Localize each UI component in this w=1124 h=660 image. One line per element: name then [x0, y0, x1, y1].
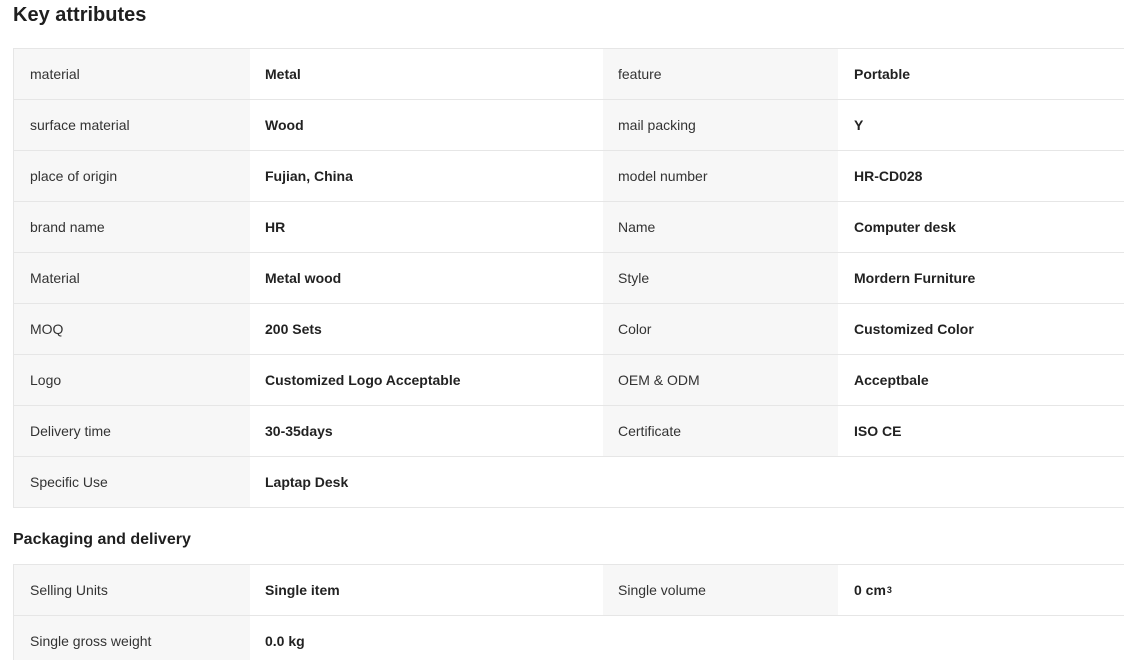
attribute-name: MOQ [14, 304, 250, 354]
attribute-name: material [14, 49, 250, 99]
packaging-delivery-title: Packaging and delivery [13, 531, 191, 548]
key-attributes-title: Key attributes [13, 4, 147, 26]
attribute-value: Metal [250, 49, 603, 99]
attribute-value: Mordern Furniture [838, 253, 1124, 303]
table-row: surface material Wood mail packing Y [14, 100, 1124, 151]
attribute-value: Customized Logo Acceptable [250, 355, 603, 405]
empty-cell [838, 457, 1124, 507]
attribute-name: OEM & ODM [603, 355, 838, 405]
table-row: Single gross weight 0.0 kg [14, 616, 1124, 660]
attribute-value: Portable [838, 49, 1124, 99]
attribute-value: Acceptbale [838, 355, 1124, 405]
volume-number: 0 cm [854, 582, 886, 598]
table-row: brand name HR Name Computer desk [14, 202, 1124, 253]
attribute-name: mail packing [603, 100, 838, 150]
attribute-name: brand name [14, 202, 250, 252]
attribute-name: Specific Use [14, 457, 250, 507]
attribute-value: Wood [250, 100, 603, 150]
table-row: Delivery time 30-35days Certificate ISO … [14, 406, 1124, 457]
attribute-value: Fujian, China [250, 151, 603, 201]
packaging-delivery-table: Selling Units Single item Single volume … [13, 564, 1124, 660]
empty-cell [603, 616, 838, 660]
attribute-name: Single volume [603, 565, 838, 615]
volume-unit-exponent: 3 [886, 585, 892, 595]
attribute-value: Computer desk [838, 202, 1124, 252]
attribute-name: Material [14, 253, 250, 303]
attribute-value: HR-CD028 [838, 151, 1124, 201]
attribute-value: Customized Color [838, 304, 1124, 354]
product-attributes-page: Key attributes material Metal feature Po… [0, 0, 1124, 660]
table-row: Selling Units Single item Single volume … [14, 565, 1124, 616]
attribute-name: Certificate [603, 406, 838, 456]
attribute-name: surface material [14, 100, 250, 150]
attribute-name: Logo [14, 355, 250, 405]
attribute-name: Color [603, 304, 838, 354]
attribute-name: feature [603, 49, 838, 99]
attribute-value: ISO CE [838, 406, 1124, 456]
attribute-value: 200 Sets [250, 304, 603, 354]
table-row: place of origin Fujian, China model numb… [14, 151, 1124, 202]
attribute-value: HR [250, 202, 603, 252]
attribute-name: Name [603, 202, 838, 252]
empty-cell [603, 457, 838, 507]
empty-cell [838, 616, 1124, 660]
attribute-name: model number [603, 151, 838, 201]
attribute-name: place of origin [14, 151, 250, 201]
table-row: Specific Use Laptap Desk [14, 457, 1124, 508]
table-row: MOQ 200 Sets Color Customized Color [14, 304, 1124, 355]
attribute-value: Y [838, 100, 1124, 150]
attribute-name: Style [603, 253, 838, 303]
attribute-value: Laptap Desk [250, 457, 603, 507]
attribute-value: 0.0 kg [250, 616, 603, 660]
table-row: material Metal feature Portable [14, 49, 1124, 100]
attribute-value: Metal wood [250, 253, 603, 303]
single-volume-value: 0 cm 3 [838, 565, 1124, 615]
key-attributes-table: material Metal feature Portable surface … [13, 48, 1124, 508]
attribute-name: Single gross weight [14, 616, 250, 660]
attribute-value: Single item [250, 565, 603, 615]
attribute-name: Delivery time [14, 406, 250, 456]
table-row: Material Metal wood Style Mordern Furnit… [14, 253, 1124, 304]
attribute-value: 30-35days [250, 406, 603, 456]
attribute-name: Selling Units [14, 565, 250, 615]
table-row: Logo Customized Logo Acceptable OEM & OD… [14, 355, 1124, 406]
